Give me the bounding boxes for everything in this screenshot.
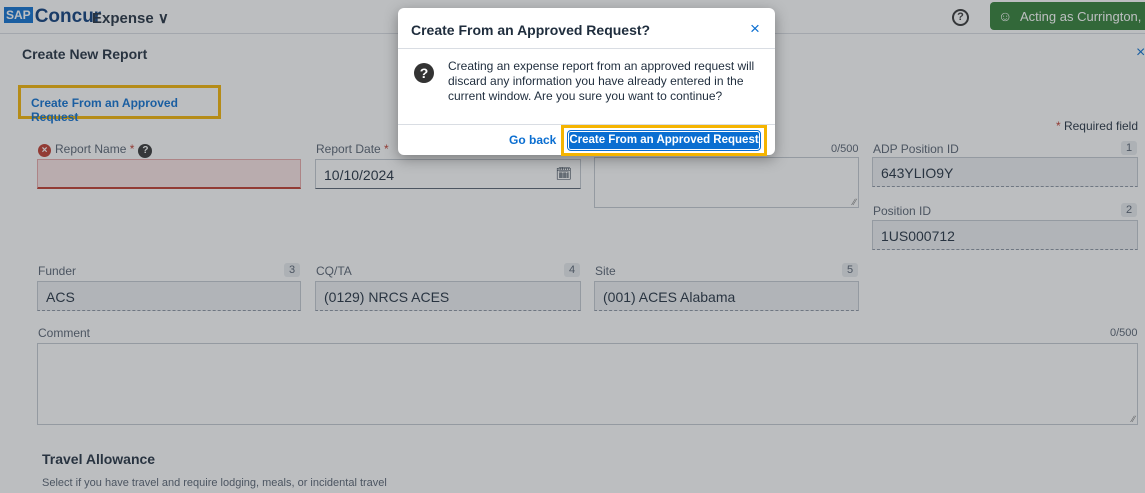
create-from-approved-request-button[interactable]: Create From an Approved Request <box>567 130 761 151</box>
confirm-dialog: Create From an Approved Request? × ? Cre… <box>398 8 775 156</box>
question-icon: ? <box>414 63 434 83</box>
close-icon[interactable]: × <box>750 19 760 39</box>
dialog-title: Create From an Approved Request? <box>411 22 651 38</box>
highlight-box: Create From an Approved Request <box>561 125 767 156</box>
go-back-button[interactable]: Go back <box>509 133 556 147</box>
divider <box>398 48 775 49</box>
dialog-message: Creating an expense report from an appro… <box>448 59 755 103</box>
